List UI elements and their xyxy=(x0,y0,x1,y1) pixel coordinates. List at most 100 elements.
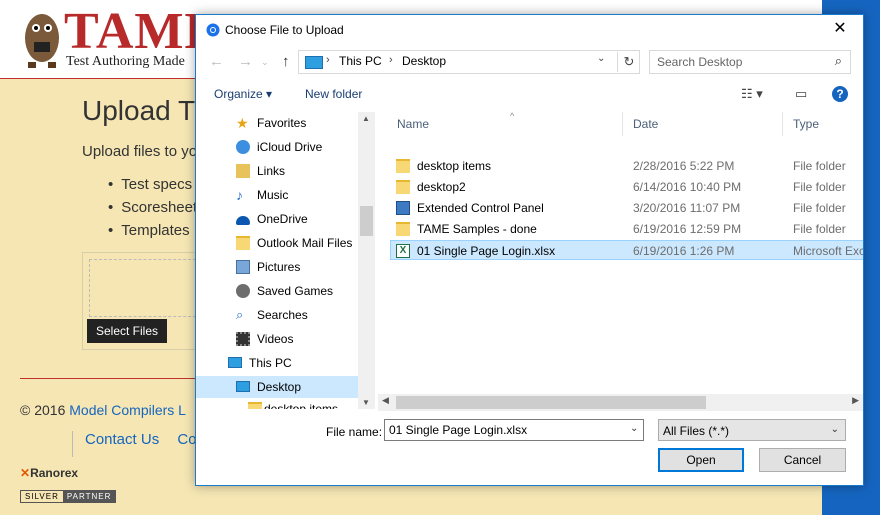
nav-item-favorites[interactable]: ★ Favorites xyxy=(236,112,366,134)
file-row[interactable]: desktop2 6/14/2016 10:40 PM File folder xyxy=(391,177,863,197)
nav-item-label: OneDrive xyxy=(257,212,308,226)
help-icon[interactable]: ? xyxy=(832,86,848,102)
file-date: 6/19/2016 1:26 PM xyxy=(633,244,735,258)
file-date: 6/19/2016 12:59 PM xyxy=(633,222,742,236)
address-dropdown-icon[interactable]: ⌄ xyxy=(597,53,605,64)
file-type: File folder xyxy=(793,159,846,173)
nav-item-pictures[interactable]: Pictures xyxy=(236,256,366,278)
breadcrumb-this-pc[interactable]: This PC xyxy=(339,54,382,68)
file-name: TAME Samples - done xyxy=(417,222,537,236)
video-icon xyxy=(236,332,250,346)
file-row[interactable]: desktop items 2/28/2016 5:22 PM File fol… xyxy=(391,156,863,176)
nav-item-this-pc[interactable]: This PC xyxy=(228,352,366,374)
nav-item-label: desktop items xyxy=(264,402,339,409)
dialog-title: Choose File to Upload xyxy=(225,23,344,37)
breadcrumb-separator-icon: › xyxy=(326,54,330,66)
column-header-date[interactable]: Date xyxy=(623,112,783,136)
column-type-label: Type xyxy=(793,117,820,131)
nav-item-desktop-items[interactable]: desktop items xyxy=(236,398,366,409)
scroll-right-icon[interactable]: ▶ xyxy=(852,395,859,406)
file-upload-dialog: Choose File to Upload ✕ ← → ⌄ ↑ › This P… xyxy=(195,14,864,486)
nav-item-links[interactable]: Links xyxy=(236,160,366,182)
open-button[interactable]: Open xyxy=(658,448,744,472)
file-name-input[interactable] xyxy=(384,419,644,441)
file-name-label: File name: xyxy=(326,425,383,439)
file-type-filter-select[interactable]: All Files (*.*) ⌄ xyxy=(658,419,846,441)
desktop-icon xyxy=(236,381,250,392)
onedrive-icon xyxy=(236,216,250,225)
nav-item-label: Saved Games xyxy=(257,284,334,298)
organize-menu[interactable]: Organize ▾ xyxy=(214,87,272,101)
column-header-type[interactable]: Type xyxy=(783,112,863,136)
ranorex-x-icon: ✕ xyxy=(20,466,31,480)
list-item: Scoresheet xyxy=(108,199,197,222)
nav-item-label: Links xyxy=(257,164,286,178)
contact-us-link[interactable]: Contact Us xyxy=(85,431,159,448)
company-link[interactable]: Model Compilers L xyxy=(69,402,186,418)
nav-item-desktop[interactable]: Desktop xyxy=(196,376,358,398)
breadcrumb-desktop[interactable]: Desktop xyxy=(402,54,446,68)
close-button[interactable]: ✕ xyxy=(817,15,863,45)
back-arrow-icon[interactable]: ← xyxy=(209,53,224,70)
forward-arrow-icon[interactable]: → xyxy=(238,53,253,70)
up-arrow-icon[interactable]: ↑ xyxy=(282,53,290,70)
nav-item-onedrive[interactable]: OneDrive xyxy=(236,208,366,230)
column-header-name[interactable]: Name ^ xyxy=(387,112,623,136)
file-list-horizontal-scrollbar[interactable]: ◀ ▶ xyxy=(378,394,863,411)
preview-pane-icon[interactable]: ▭ xyxy=(795,86,807,102)
nav-item-icloud-drive[interactable]: iCloud Drive xyxy=(236,136,366,158)
column-date-label: Date xyxy=(633,117,659,131)
file-type-list: Test specs Scoresheet Templates xyxy=(108,176,197,245)
footer-links: Contact Us Co xyxy=(72,431,211,457)
scroll-left-icon[interactable]: ◀ xyxy=(382,395,389,406)
new-folder-button[interactable]: New folder xyxy=(305,87,362,101)
footer-link[interactable]: Co xyxy=(177,431,196,448)
file-name: desktop2 xyxy=(417,180,466,194)
intro-text: Upload files to yo xyxy=(82,143,198,160)
nav-item-music[interactable]: ♪ Music xyxy=(236,184,366,206)
dialog-titlebar[interactable]: Choose File to Upload ✕ xyxy=(196,15,863,45)
recent-locations-icon[interactable]: ⌄ xyxy=(261,57,269,68)
nav-item-saved-games[interactable]: Saved Games xyxy=(236,280,366,302)
partner-badge: SILVER PARTNER xyxy=(20,490,117,503)
nav-item-outlook-mail-files[interactable]: Outlook Mail Files xyxy=(236,232,366,254)
partner-level: SILVER xyxy=(25,492,59,501)
search-input[interactable]: Search Desktop ⌕ xyxy=(649,50,851,74)
file-row-selected[interactable]: X 01 Single Page Login.xlsx 6/19/2016 1:… xyxy=(390,240,863,260)
file-name: 01 Single Page Login.xlsx xyxy=(417,244,556,258)
view-options-icon[interactable]: ☷ ▾ xyxy=(741,86,763,102)
folder-icon xyxy=(248,402,262,409)
scroll-up-icon[interactable]: ▲ xyxy=(362,114,370,123)
chrome-browser-icon xyxy=(206,23,220,37)
navigation-bar: ← → ⌄ ↑ › This PC › Desktop ⌄ ↻ Search D… xyxy=(196,45,863,78)
file-name: Extended Control Panel xyxy=(417,201,544,215)
file-row[interactable]: Extended Control Panel 3/20/2016 11:07 P… xyxy=(391,198,863,218)
address-bar[interactable]: › This PC › Desktop ⌄ ↻ xyxy=(298,50,640,74)
list-item: Test specs xyxy=(108,176,197,199)
nav-item-label: Searches xyxy=(257,308,308,322)
file-name-dropdown-icon[interactable]: ⌄ xyxy=(630,423,638,434)
cancel-button[interactable]: Cancel xyxy=(759,448,846,472)
dropzone-area xyxy=(89,259,201,317)
nav-item-label: Desktop xyxy=(257,380,302,394)
music-icon: ♪ xyxy=(236,187,243,203)
scrollbar-thumb[interactable] xyxy=(360,206,373,236)
this-pc-icon xyxy=(305,56,323,69)
scrollbar-thumb[interactable] xyxy=(396,396,706,409)
file-date: 3/20/2016 11:07 PM xyxy=(633,201,741,215)
cloud-icon xyxy=(236,140,250,154)
folder-icon xyxy=(396,159,410,173)
search-icon: ⌕ xyxy=(236,307,244,322)
column-name-label: Name xyxy=(397,117,430,131)
navigation-scrollbar[interactable]: ▲ ▼ xyxy=(358,112,375,409)
select-files-button[interactable]: Select Files xyxy=(87,319,167,343)
pictures-icon xyxy=(236,260,250,274)
nav-item-label: iCloud Drive xyxy=(257,140,323,154)
page-title: Upload T xyxy=(82,95,196,126)
file-row[interactable]: TAME Samples - done 6/19/2016 12:59 PM F… xyxy=(391,219,863,239)
nav-item-videos[interactable]: Videos xyxy=(236,328,366,350)
scroll-down-icon[interactable]: ▼ xyxy=(362,398,370,407)
nav-item-searches[interactable]: ⌕ Searches xyxy=(236,304,366,326)
refresh-icon[interactable]: ↻ xyxy=(617,52,640,72)
nav-item-label: This PC xyxy=(249,356,292,370)
